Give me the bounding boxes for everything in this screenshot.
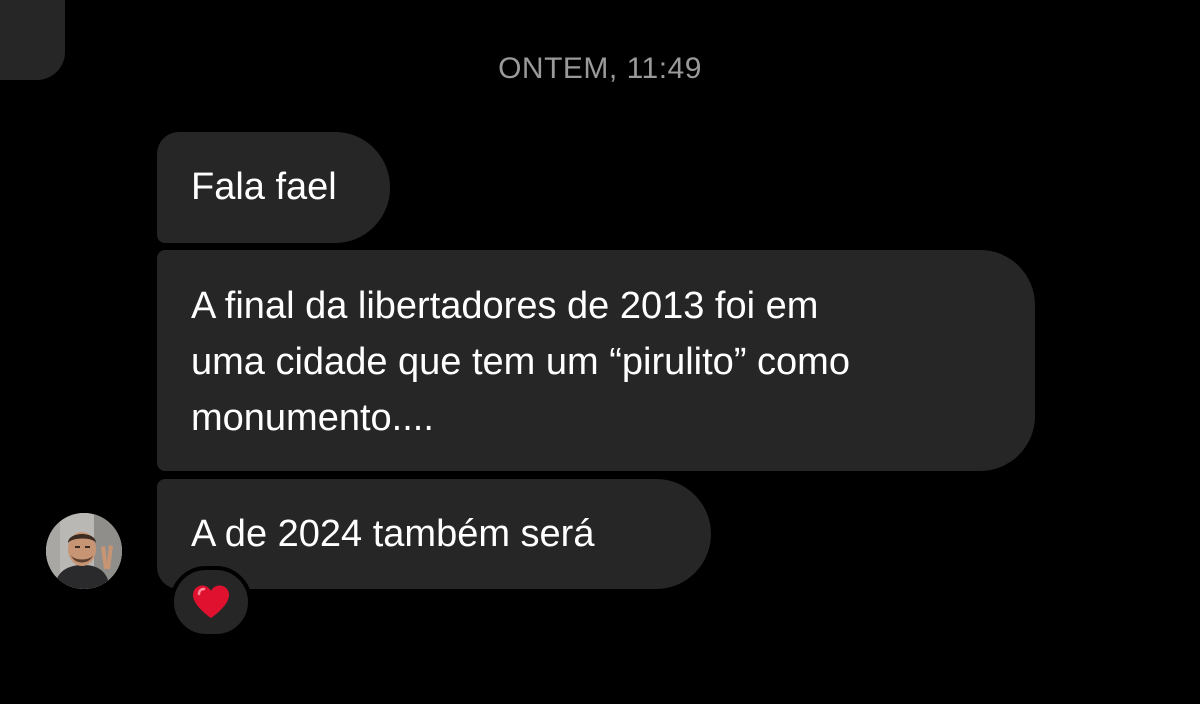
message-text-2: A final da libertadores de 2013 foi em u… <box>191 285 850 439</box>
red-heart-icon <box>193 585 229 618</box>
sender-avatar[interactable] <box>46 513 122 589</box>
message-reaction[interactable] <box>170 566 252 638</box>
message-text-1: Fala fael <box>191 166 337 208</box>
avatar-photo <box>46 513 122 589</box>
message-timestamp: ONTEM, 11:49 <box>498 52 702 85</box>
message-bubble-2[interactable]: A final da libertadores de 2013 foi em u… <box>157 250 1035 471</box>
message-text-3: A de 2024 também será <box>191 513 595 555</box>
message-bubble-1[interactable]: Fala fael <box>157 132 390 243</box>
message-bubble-3[interactable]: A de 2024 também será <box>157 479 711 589</box>
